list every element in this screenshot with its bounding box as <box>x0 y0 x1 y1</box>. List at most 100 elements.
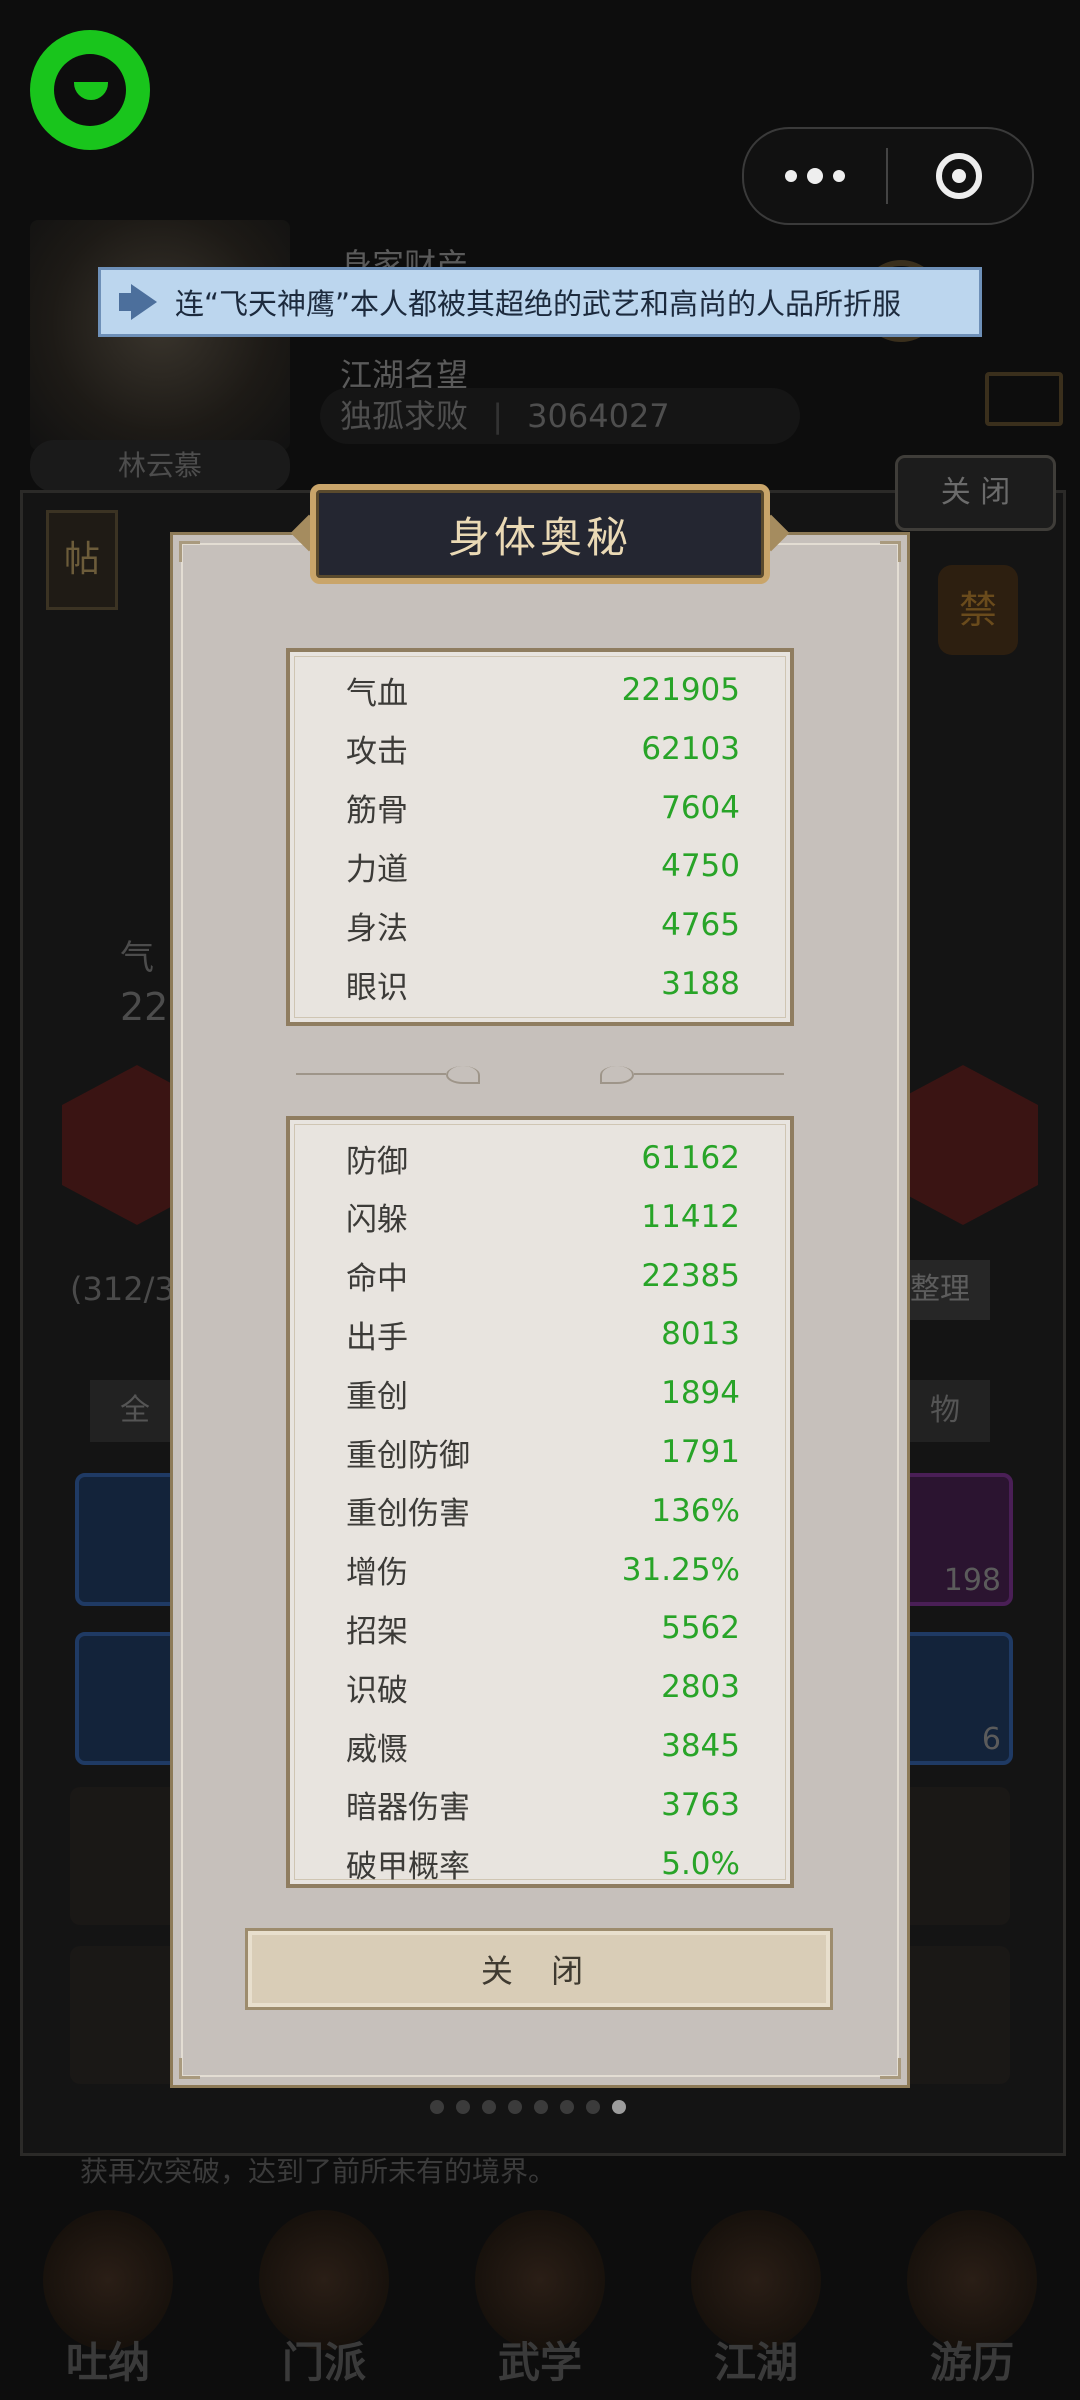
stat-value: 4750 <box>661 848 740 885</box>
stat-value: 1894 <box>661 1375 740 1412</box>
miniprogram-capsule <box>742 127 1034 225</box>
megaphone-icon <box>119 282 159 322</box>
close-button[interactable]: 关 闭 <box>245 1928 833 2010</box>
nav-item-label: 江湖 <box>713 2338 798 2387</box>
nav-item[interactable]: 门派 <box>234 2210 414 2400</box>
power-value: 3064027 <box>527 397 670 435</box>
power-title: 独孤求败 <box>340 397 469 435</box>
announcement-text: 连“飞天神鹰”本人都被其超绝的武艺和高尚的人品所折服 <box>175 287 902 321</box>
stat-label: 威慑 <box>346 1731 408 1768</box>
app-logo-icon[interactable] <box>30 30 150 150</box>
invitation-icon[interactable]: 帖 <box>46 510 118 610</box>
stat-value: 4765 <box>661 907 740 944</box>
nav-item-label: 吐纳 <box>65 2338 150 2387</box>
page-dot <box>560 2100 574 2114</box>
page-dot <box>508 2100 522 2114</box>
page-dot <box>482 2100 496 2114</box>
nav-item-label: 门派 <box>281 2338 366 2387</box>
stat-row: 力道 4750 <box>346 838 740 894</box>
stat-row: 破甲概率 5.0% <box>346 1836 740 1886</box>
stat-value: 62103 <box>641 730 740 767</box>
stat-row: 增伤 31.25% <box>346 1542 740 1598</box>
exit-target-icon[interactable] <box>888 129 1030 223</box>
stat-label: 命中 <box>346 1261 408 1298</box>
stat-value: 2803 <box>661 1669 740 1706</box>
stat-label: 气血 <box>346 675 408 712</box>
slot-count: 198 <box>943 1563 1001 1598</box>
tab-all[interactable]: 全 <box>90 1380 180 1442</box>
nav-item[interactable]: 武学 <box>450 2210 630 2400</box>
nav-item-label: 游历 <box>929 2338 1014 2387</box>
character-name: 林云慕 <box>30 440 290 492</box>
stat-label: 识破 <box>346 1672 408 1709</box>
more-options-icon[interactable] <box>744 129 886 223</box>
stat-row: 重创防御 1791 <box>346 1424 740 1480</box>
stat-value: 61162 <box>641 1140 740 1176</box>
story-text: 获再次突破，达到了前所未有的境界。 <box>80 2155 557 2188</box>
stat-value: 1791 <box>661 1434 740 1470</box>
stat-row: 闪躲 11412 <box>346 1189 740 1245</box>
dialog-title: 身体奥秘 <box>447 512 632 562</box>
background-close-button[interactable]: 关 闭 <box>895 455 1056 531</box>
stat-row: 威慑 3845 <box>346 1718 740 1774</box>
stat-value: 3763 <box>661 1786 740 1823</box>
bottom-navigation: 吐纳 门派 武学 江湖 游历 <box>0 2200 1080 2400</box>
stat-label: 重创伤害 <box>346 1496 470 1533</box>
secondary-stats-panel[interactable]: 防御 61162 闪躲 11412 命中 22385 出手 8013 重创 1894 重创防御 179… <box>286 1116 794 1888</box>
page-dot <box>612 2100 626 2114</box>
stat-row: 气血 221905 <box>346 662 740 718</box>
stat-value: 136% <box>651 1492 740 1529</box>
corner-ornament <box>179 2045 213 2079</box>
stat-row: 招架 5562 <box>346 1600 740 1656</box>
forbidden-badge-icon[interactable]: 禁 <box>938 565 1018 655</box>
stat-label: 防御 <box>346 1143 408 1180</box>
stat-row: 身法 4765 <box>346 897 740 953</box>
hp-value-partial: 22 <box>120 985 169 1029</box>
stat-label: 攻击 <box>346 734 408 771</box>
corner-ornament <box>179 541 213 575</box>
power-plate: 独孤求败 | 3064027 <box>320 388 800 444</box>
page-dot <box>456 2100 470 2114</box>
stat-label: 眼识 <box>346 969 408 1006</box>
stat-row: 命中 22385 <box>346 1248 740 1304</box>
stat-label: 暗器伤害 <box>346 1790 470 1827</box>
stat-row: 重创伤害 136% <box>346 1483 740 1539</box>
ornamental-divider <box>296 1062 784 1086</box>
nav-item[interactable]: 吐纳 <box>18 2210 198 2400</box>
nav-item[interactable]: 游历 <box>882 2210 1062 2400</box>
stat-value: 11412 <box>641 1198 740 1235</box>
stat-label: 出手 <box>346 1319 408 1356</box>
nav-item-label: 武学 <box>497 2338 582 2387</box>
slot-count: 6 <box>981 1722 1001 1757</box>
stat-row: 眼识 3188 <box>346 956 740 1012</box>
stat-label: 筋骨 <box>346 793 408 830</box>
stat-value: 7604 <box>661 789 740 826</box>
stat-row: 出手 8013 <box>346 1306 740 1362</box>
stat-label: 身法 <box>346 910 408 947</box>
stat-label: 重创 <box>346 1378 408 1415</box>
stat-label: 力道 <box>346 851 408 888</box>
nav-item[interactable]: 江湖 <box>666 2210 846 2400</box>
page-dot <box>430 2100 444 2114</box>
stat-label: 闪躲 <box>346 1202 408 1239</box>
page-dot <box>534 2100 548 2114</box>
stat-value: 221905 <box>621 672 740 708</box>
hp-label-partial: 气 <box>120 938 154 978</box>
stat-row: 筋骨 7604 <box>346 780 740 836</box>
stat-row: 识破 2803 <box>346 1659 740 1715</box>
stat-row: 重创 1894 <box>346 1365 740 1421</box>
stat-value: 3845 <box>661 1728 740 1764</box>
tab-items[interactable]: 物 <box>900 1380 990 1442</box>
stat-label: 重创防御 <box>346 1437 470 1474</box>
stat-row: 暗器伤害 3763 <box>346 1777 740 1833</box>
announcement-banner: 连“飞天神鹰”本人都被其超绝的武艺和高尚的人品所折服 <box>98 267 982 337</box>
stat-value: 31.25% <box>621 1551 740 1588</box>
stat-value: 3188 <box>661 966 740 1002</box>
corner-ornament <box>867 2045 901 2079</box>
mail-icon <box>985 372 1063 426</box>
page-dot <box>586 2100 600 2114</box>
page-indicator <box>430 2100 626 2114</box>
stat-value: 22385 <box>641 1257 740 1294</box>
stat-label: 破甲概率 <box>346 1849 470 1886</box>
stat-row: 防御 61162 <box>346 1130 740 1186</box>
